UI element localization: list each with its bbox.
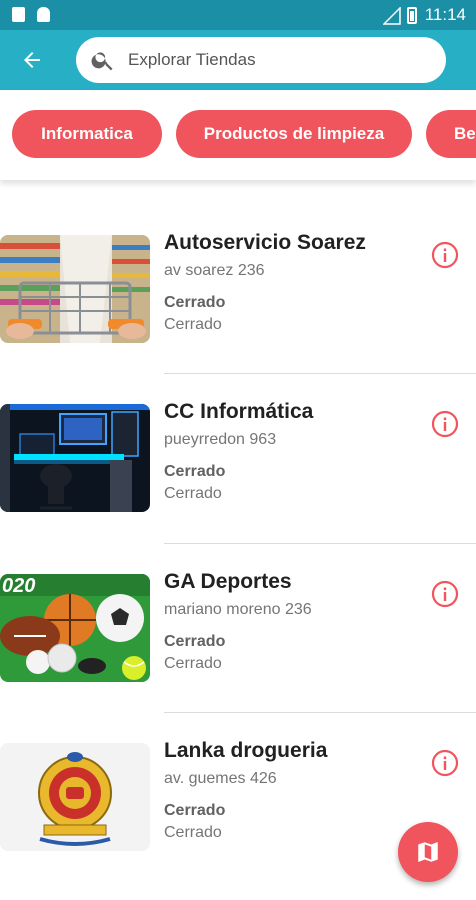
info-button[interactable] bbox=[431, 749, 459, 777]
store-image-emblem bbox=[0, 743, 150, 851]
category-chip-productos-de-limpieza[interactable]: Productos de limpieza bbox=[176, 110, 412, 158]
status-bar: 11:14 bbox=[0, 0, 476, 30]
sd-card-icon bbox=[12, 7, 25, 22]
signal-icon bbox=[382, 7, 401, 25]
store-image-supermarket bbox=[0, 235, 150, 343]
store-image-sports-balls: 020 bbox=[0, 574, 150, 682]
category-chip-informatica[interactable]: Informatica bbox=[12, 110, 162, 158]
category-filter-bar: Informatica Productos de limpieza Be bbox=[0, 90, 476, 180]
search-input[interactable] bbox=[128, 50, 428, 70]
battery-icon bbox=[406, 6, 417, 24]
arrow-left-icon bbox=[24, 52, 40, 68]
store-status: Cerrado bbox=[164, 802, 226, 819]
store-hours: Cerrado bbox=[164, 316, 222, 333]
info-circle-icon bbox=[431, 241, 459, 269]
store-name: GA Deportes bbox=[164, 570, 292, 593]
store-name: CC Informática bbox=[164, 400, 314, 423]
notification-icons bbox=[12, 7, 50, 22]
app-bar bbox=[0, 30, 476, 90]
store-address: pueyrredon 963 bbox=[164, 431, 277, 448]
back-button[interactable] bbox=[18, 46, 46, 74]
map-icon bbox=[418, 842, 438, 862]
store-status: Cerrado bbox=[164, 463, 226, 480]
status-right: 11:14 bbox=[382, 5, 466, 25]
store-item[interactable]: 020 GA Deportes mariano moreno 236 Cerra… bbox=[0, 519, 476, 689]
search-icon bbox=[91, 52, 113, 71]
category-chip-partial[interactable]: Be bbox=[426, 110, 476, 158]
store-item[interactable]: Autoservicio Soarez av soarez 236 Cerrad… bbox=[0, 180, 476, 350]
store-image-gaming-setup bbox=[0, 404, 150, 512]
store-status: Cerrado bbox=[164, 294, 226, 311]
info-button[interactable] bbox=[431, 241, 459, 269]
store-item[interactable]: CC Informática pueyrredon 963 Cerrado Ce… bbox=[0, 349, 476, 519]
store-address: av. guemes 426 bbox=[164, 770, 277, 787]
info-button[interactable] bbox=[431, 580, 459, 608]
store-name: Autoservicio Soarez bbox=[164, 231, 366, 254]
svg-text:020: 020 bbox=[2, 575, 35, 597]
store-hours: Cerrado bbox=[164, 824, 222, 841]
store-address: mariano moreno 236 bbox=[164, 601, 312, 618]
info-circle-icon bbox=[431, 749, 459, 777]
store-address: av soarez 236 bbox=[164, 262, 265, 279]
search-box[interactable] bbox=[76, 37, 446, 83]
store-hours: Cerrado bbox=[164, 655, 222, 672]
store-hours: Cerrado bbox=[164, 485, 222, 502]
store-name: Lanka drogueria bbox=[164, 739, 328, 762]
map-button[interactable] bbox=[398, 822, 458, 882]
store-status: Cerrado bbox=[164, 633, 226, 650]
info-circle-icon bbox=[431, 580, 459, 608]
info-button[interactable] bbox=[431, 410, 459, 438]
status-time: 11:14 bbox=[424, 5, 466, 24]
info-circle-icon bbox=[431, 410, 459, 438]
android-icon bbox=[37, 7, 50, 22]
